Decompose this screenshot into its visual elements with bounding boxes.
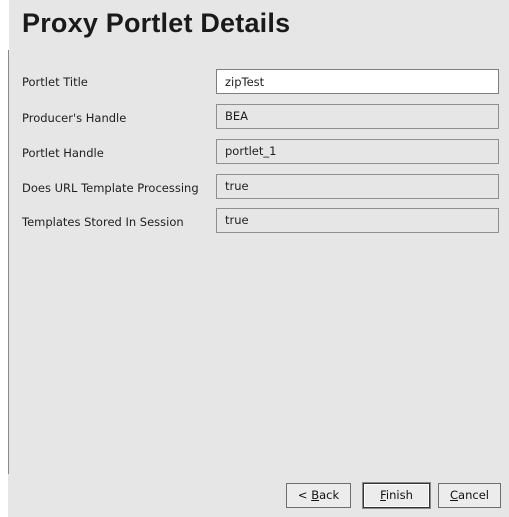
url-template-processing-field: true — [216, 174, 499, 199]
header-separator — [8, 0, 9, 50]
finish-button[interactable]: Finish — [363, 483, 430, 508]
back-button-prefix: < — [297, 488, 312, 502]
portlet-handle-label: Portlet Handle — [22, 146, 104, 160]
back-button[interactable]: < Back — [286, 483, 351, 508]
portlet-title-input[interactable] — [216, 69, 499, 94]
finish-button-rest: inish — [385, 488, 413, 502]
cancel-button[interactable]: Cancel — [438, 483, 501, 508]
producers-handle-field: BEA — [216, 104, 499, 129]
portlet-handle-field: portlet_1 — [216, 139, 499, 164]
back-button-rest: ack — [319, 488, 340, 502]
portlet-title-label: Portlet Title — [22, 75, 88, 89]
page-title: Proxy Portlet Details — [22, 8, 291, 38]
back-button-mnemonic: B — [311, 488, 320, 502]
url-template-processing-label: Does URL Template Processing — [22, 181, 199, 195]
producers-handle-label: Producer's Handle — [22, 111, 127, 125]
templates-stored-in-session-field: true — [216, 208, 499, 233]
left-divider — [8, 50, 9, 474]
cancel-button-mnemonic: C — [450, 488, 459, 502]
templates-stored-in-session-label: Templates Stored In Session — [22, 215, 184, 229]
cancel-button-rest: ancel — [458, 488, 489, 502]
